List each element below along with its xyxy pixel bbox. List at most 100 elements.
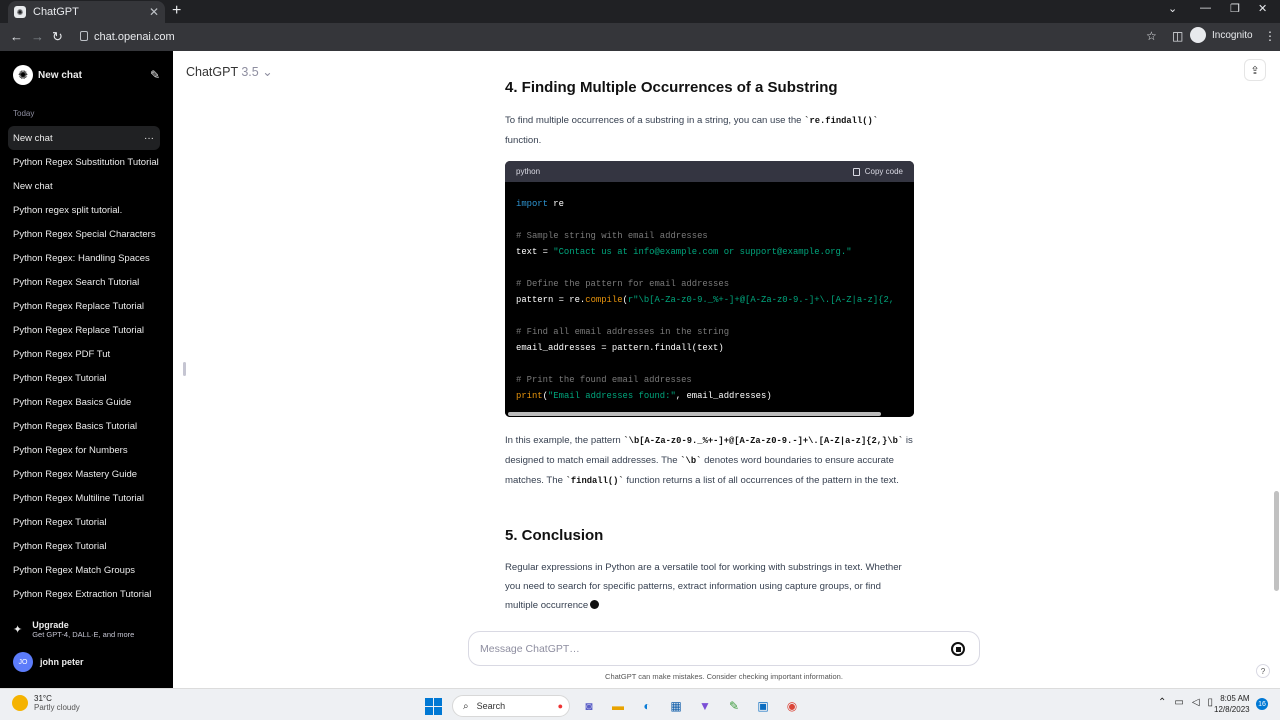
chat-app-icon[interactable]: ◙	[579, 696, 599, 716]
windows-taskbar: 31°C Partly cloudy ⌕ Search ● ◙ ▬ ◐ ▦ ▼ ✎ …	[0, 688, 1280, 720]
model-version: 3.5	[241, 65, 259, 79]
sidebar-chat-item[interactable]: New chat ···	[8, 126, 160, 150]
code-line: pattern = re.compile(r"\b[A-Za-z0-9._%+-…	[516, 295, 895, 305]
sidebar-chat-item[interactable]: Python Regex Replace Tutorial	[8, 294, 160, 318]
sidebar-chat-item[interactable]: New chat	[8, 174, 160, 198]
app-photos-icon[interactable]: ▣	[753, 696, 773, 716]
scrollbar-thumb[interactable]	[508, 412, 881, 416]
help-button[interactable]: ?	[1256, 664, 1270, 678]
app-vector-icon[interactable]: ▼	[695, 696, 715, 716]
chat-history-list: New chat ··· Python Regex Substitution Tut…	[8, 126, 160, 606]
tab-search-icon[interactable]: ⌄	[1168, 2, 1177, 15]
address-bar[interactable]: chat.openai.com	[74, 26, 1166, 48]
code-line: text = "Contact us at info@example.com o…	[516, 247, 852, 257]
upgrade-button[interactable]: ✦ Upgrade Get GPT-4, DALL·E, and more	[13, 620, 134, 639]
sidebar-chat-item[interactable]: Python Regex Tutorial	[8, 510, 160, 534]
bookmark-star-icon[interactable]: ☆	[1146, 29, 1157, 43]
sidebar-chat-item[interactable]: Python Regex Substitution Tutorial	[8, 150, 160, 174]
taskbar-search[interactable]: ⌕ Search ●	[452, 695, 570, 717]
p1-text: To find multiple occurrences of a substr…	[505, 115, 805, 126]
tab-close-icon[interactable]: ✕	[149, 5, 159, 19]
edge-browser-icon[interactable]: ◐	[637, 696, 657, 716]
sidebar-chat-item[interactable]: Python Regex Extraction Tutorial	[8, 582, 160, 606]
sidebar-chat-item[interactable]: Python Regex Basics Guide	[8, 390, 160, 414]
network-icon[interactable]: ▭	[1174, 697, 1183, 708]
taskbar-apps: ⌕ Search ● ◙ ▬ ◐ ▦ ▼ ✎ ▣ ◉	[423, 695, 811, 717]
sparkle-icon: ✦	[13, 624, 23, 636]
minimize-button[interactable]: —	[1200, 2, 1211, 14]
back-button[interactable]: ←	[10, 29, 23, 44]
sidebar-chat-item[interactable]: Python Regex Tutorial	[8, 534, 160, 558]
new-tab-button[interactable]: +	[172, 2, 181, 20]
browser-tabbar: ✺ ChatGPT ✕ + ⌄ — ❐ ✕	[0, 0, 1280, 23]
chrome-icon[interactable]: ◉	[782, 696, 802, 716]
sidebar-chat-item[interactable]: Python Regex Basics Tutorial	[8, 414, 160, 438]
incognito-icon	[1190, 27, 1206, 43]
sidebar-chat-label: Python Regex Search Tutorial	[13, 276, 140, 288]
sidebar-chat-label: Python Regex Basics Guide	[13, 396, 132, 408]
sidebar-chat-item[interactable]: Python Regex Search Tutorial	[8, 270, 160, 294]
message-composer	[468, 631, 980, 666]
sidebar-chat-item[interactable]: Python Regex Tutorial	[8, 366, 160, 390]
battery-icon[interactable]: ▯	[1208, 697, 1214, 708]
sidebar-chat-item[interactable]: Python Regex Replace Tutorial	[8, 318, 160, 342]
code-line: import re	[516, 199, 564, 209]
disclaimer-text: ChatGPT can make mistakes. Consider chec…	[605, 672, 843, 681]
app-notepad-icon[interactable]: ✎	[724, 696, 744, 716]
page-scrollbar[interactable]	[1273, 51, 1280, 688]
store-icon[interactable]: ▦	[666, 696, 686, 716]
code-language: python	[516, 167, 541, 176]
message-input[interactable]	[480, 642, 940, 655]
incognito-indicator[interactable]: Incognito	[1190, 27, 1253, 43]
reload-button[interactable]: ↻	[52, 29, 63, 45]
code-horizontal-scrollbar[interactable]	[505, 411, 914, 417]
upgrade-title: Upgrade	[32, 620, 69, 630]
user-menu[interactable]: JO john peter	[13, 652, 84, 672]
stop-generating-button[interactable]	[951, 642, 965, 656]
new-chat-button[interactable]: ✺ New chat ✎	[8, 63, 160, 87]
upgrade-subtitle: Get GPT-4, DALL·E, and more	[32, 630, 135, 639]
restore-button[interactable]: ❐	[1230, 2, 1240, 15]
volume-icon[interactable]: ◁	[1192, 697, 1200, 708]
more-options-icon[interactable]: ···	[144, 133, 154, 144]
sidebar-chat-item[interactable]: Python Regex Special Characters	[8, 222, 160, 246]
clipboard-icon	[852, 167, 860, 176]
conclusion-paragraph: Regular expressions in Python are a vers…	[505, 558, 915, 615]
show-hidden-icons-icon[interactable]: ⌃	[1158, 697, 1166, 708]
sidebar-toggle-handle[interactable]	[183, 362, 186, 376]
model-selector[interactable]: ChatGPT 3.5 ⌄	[186, 64, 273, 79]
site-info-icon[interactable]	[80, 31, 88, 41]
code-block: python Copy code import re # Sample stri…	[505, 161, 914, 417]
code-content: import re # Sample string with email add…	[505, 182, 914, 404]
browser-tab[interactable]: ✺ ChatGPT ✕	[8, 1, 165, 23]
notification-badge[interactable]: 16	[1256, 698, 1268, 710]
file-explorer-icon[interactable]: ▬	[608, 696, 628, 716]
start-button[interactable]	[423, 696, 443, 716]
side-panel-icon[interactable]: ◫	[1172, 29, 1183, 43]
url-text: chat.openai.com	[94, 31, 175, 43]
sidebar-chat-label: Python regex split tutorial.	[13, 204, 123, 216]
code-block-header: python Copy code	[505, 161, 914, 182]
section-heading-4: 4. Finding Multiple Occurrences of a Sub…	[505, 79, 838, 96]
sidebar-chat-item[interactable]: Python Regex for Numbers	[8, 438, 160, 462]
compose-icon[interactable]: ✎	[150, 68, 160, 82]
clock[interactable]: 8:05 AM 12/8/2023	[1214, 693, 1250, 715]
menu-icon[interactable]: ⋮	[1264, 29, 1276, 43]
forward-button[interactable]: →	[31, 29, 44, 44]
sidebar-chat-item[interactable]: Python Regex Mastery Guide	[8, 462, 160, 486]
partly-cloudy-icon	[12, 695, 28, 711]
close-window-button[interactable]: ✕	[1258, 2, 1267, 15]
sidebar-chat-item[interactable]: Python regex split tutorial.	[8, 198, 160, 222]
weather-widget[interactable]: 31°C Partly cloudy	[12, 694, 80, 712]
sidebar-chat-label: Python Regex Mastery Guide	[13, 468, 138, 480]
sidebar-chat-item[interactable]: Python Regex PDF Tut	[8, 342, 160, 366]
page-scrollbar-thumb[interactable]	[1274, 491, 1279, 591]
copy-code-button[interactable]: Copy code	[852, 167, 903, 176]
sidebar-chat-label: Python Regex Replace Tutorial	[13, 300, 144, 312]
sidebar-chat-item[interactable]: Python Regex Multiline Tutorial	[8, 486, 160, 510]
sidebar-chat-label: Python Regex Substitution Tutorial	[13, 156, 159, 168]
share-button[interactable]: ⇪	[1244, 59, 1266, 81]
sidebar-chat-item[interactable]: Python Regex: Handling Spaces	[8, 246, 160, 270]
sidebar-chat-item[interactable]: Python Regex Match Groups	[8, 558, 160, 582]
sidebar-chat-label: New chat	[13, 180, 53, 192]
